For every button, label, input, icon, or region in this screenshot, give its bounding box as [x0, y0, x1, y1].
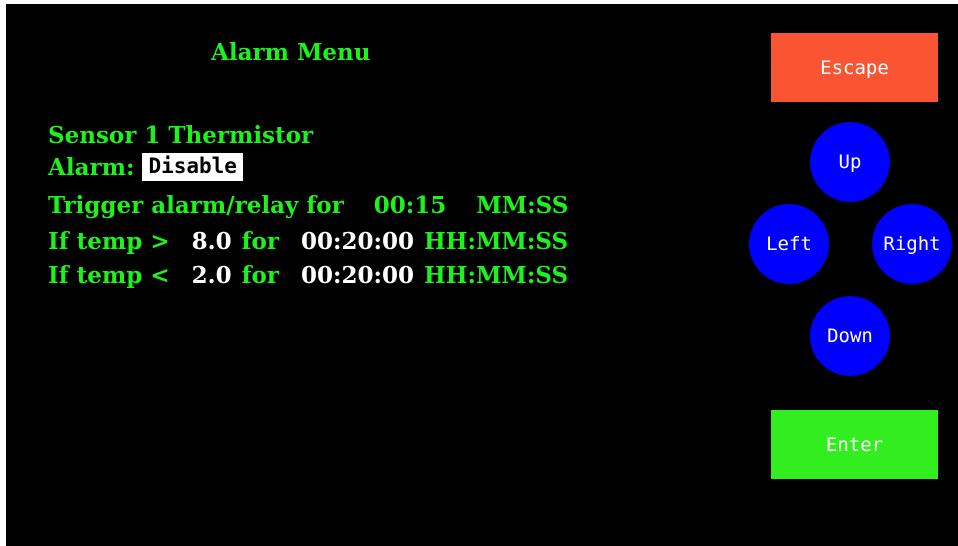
- enter-button[interactable]: Enter: [771, 410, 938, 479]
- high-duration-unit: HH:MM:SS: [424, 228, 569, 255]
- trigger-row: Trigger alarm/relay for 00:15 MM:SS: [48, 194, 568, 217]
- high-temp-row: If temp > 8.0 for 00:20:00 HH:MM:SS: [48, 230, 568, 253]
- alarm-row: Alarm: Disable: [48, 153, 243, 181]
- low-duration-value[interactable]: 00:20:00: [301, 264, 414, 287]
- down-button[interactable]: Down: [810, 296, 890, 376]
- low-temp-value[interactable]: 2.0: [192, 264, 232, 287]
- high-for-label: for: [241, 228, 279, 255]
- trigger-time-value[interactable]: 00:15: [374, 194, 447, 217]
- high-temp-label: If temp >: [48, 228, 170, 255]
- high-temp-value[interactable]: 8.0: [192, 230, 232, 253]
- low-duration-unit: HH:MM:SS: [424, 262, 569, 289]
- alarm-value-field[interactable]: Disable: [142, 153, 243, 181]
- high-duration-value[interactable]: 00:20:00: [301, 230, 414, 253]
- right-button[interactable]: Right: [872, 204, 952, 284]
- escape-button[interactable]: Escape: [771, 33, 938, 102]
- trigger-label: Trigger alarm/relay for: [48, 192, 344, 219]
- low-temp-row: If temp < 2.0 for 00:20:00 HH:MM:SS: [48, 264, 568, 287]
- hmi-frame: Z Alarm Menu Sensor 1 Thermistor Alarm:D…: [0, 0, 958, 546]
- up-button[interactable]: Up: [810, 122, 890, 202]
- low-temp-label: If temp <: [48, 262, 170, 289]
- low-for-label: for: [241, 262, 279, 289]
- sensor-label: Sensor 1 Thermistor: [48, 122, 314, 149]
- trigger-time-unit: MM:SS: [476, 192, 569, 219]
- sensor-row: Sensor 1 Thermistor: [48, 124, 313, 147]
- page-title: Alarm Menu: [211, 39, 371, 66]
- left-button[interactable]: Left: [749, 204, 829, 284]
- alarm-label: Alarm:: [48, 154, 135, 181]
- alarm-menu-screen: Alarm Menu Sensor 1 Thermistor Alarm: Dis…: [6, 4, 958, 546]
